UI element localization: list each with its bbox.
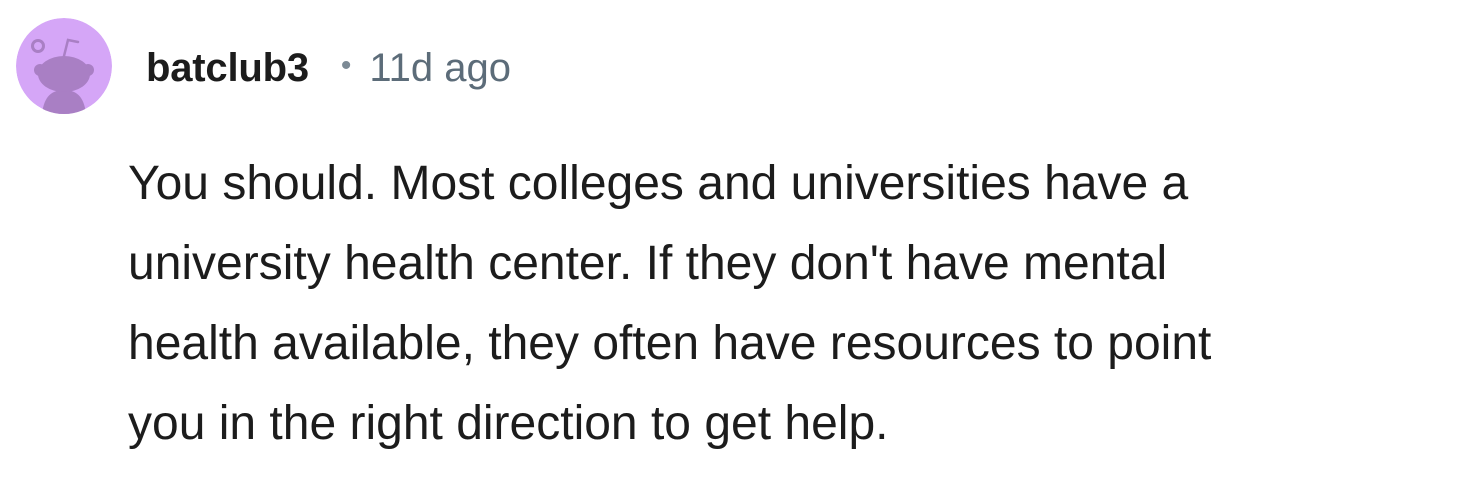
comment-body-line: university health center. If they don't … — [128, 237, 1168, 290]
author-username[interactable]: batclub3 — [146, 46, 309, 91]
user-avatar[interactable] — [16, 18, 112, 114]
comment-body-line: You should. Most colleges and universiti… — [128, 157, 1189, 210]
snoo-avatar-icon — [16, 18, 112, 114]
separator-dot: • — [340, 49, 352, 82]
comment-header: batclub3 • 11d ago — [146, 40, 511, 96]
comment-body: You should. Most colleges and universiti… — [128, 144, 1468, 464]
comment: batclub3 • 11d ago You should. Most coll… — [0, 0, 1482, 478]
comment-timestamp[interactable]: 11d ago — [369, 46, 511, 91]
comment-body-line: health available, they often have resour… — [128, 317, 1212, 370]
comment-body-line: you in the right direction to get help. — [128, 397, 889, 450]
